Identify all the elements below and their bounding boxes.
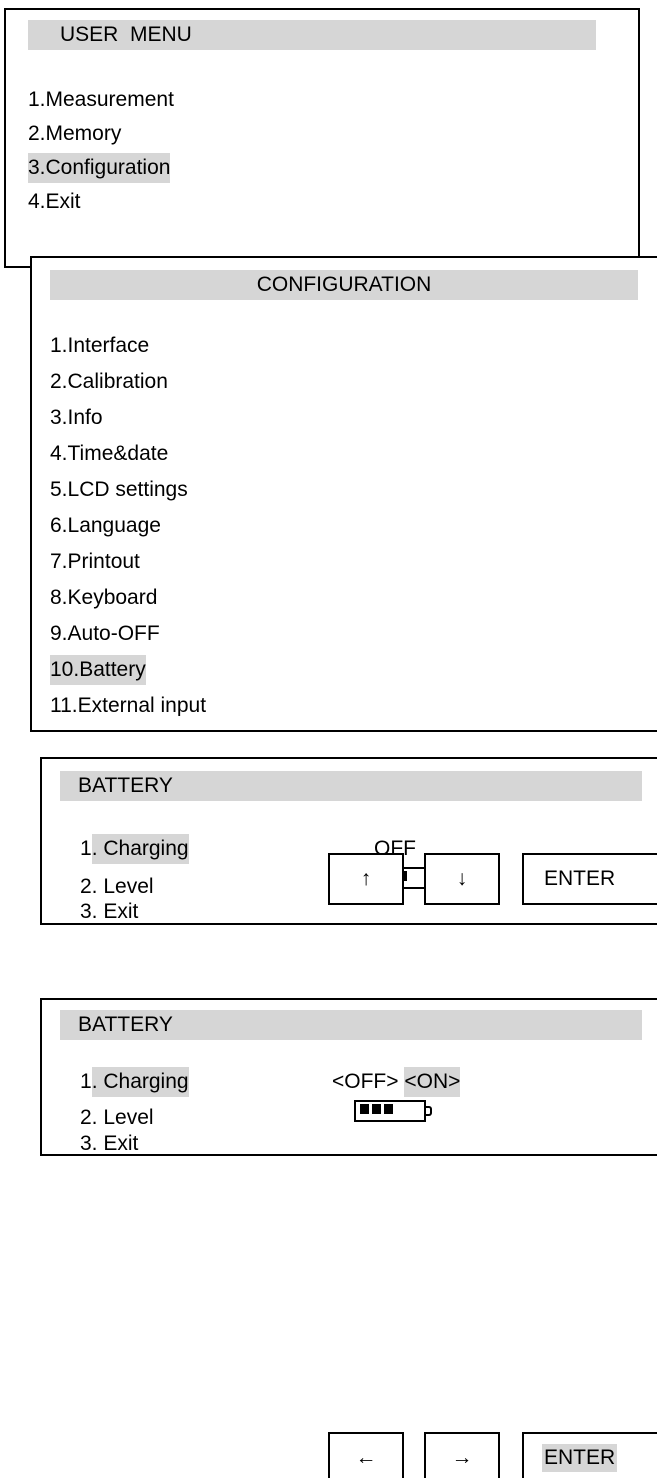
arrow-right-icon: → [451, 1446, 473, 1469]
config-item-lcd-settings[interactable]: 5.LCD settings [50, 474, 188, 506]
left-button[interactable]: ← [328, 1432, 404, 1478]
user-menu-title-bar: USER MENU [28, 20, 596, 50]
battery-panel-2: BATTERY 1. Charging 2. Level 3. Exit <OF… [40, 998, 657, 1156]
battery-title-1: BATTERY [78, 774, 173, 797]
battery-2-item-exit[interactable]: 3. Exit [80, 1132, 138, 1158]
config-item-language[interactable]: 6.Language [50, 510, 161, 542]
user-menu-item-memory[interactable]: 2.Memory [28, 118, 121, 150]
config-item-auto-off[interactable]: 9.Auto-OFF [50, 618, 160, 650]
battery-level-icon-2 [354, 1100, 434, 1124]
configuration-title: CONFIGURATION [256, 273, 432, 296]
right-button[interactable]: → [424, 1432, 500, 1478]
config-item-battery[interactable]: 10.Battery [50, 654, 146, 686]
user-menu-panel: USER MENU 1.Measurement 2.Memory 3.Confi… [4, 8, 640, 268]
option-off[interactable]: <OFF> [332, 1070, 399, 1093]
config-item-calibration[interactable]: 2.Calibration [50, 366, 168, 398]
battery-1-item-charging[interactable]: 1. Charging [80, 833, 189, 865]
arrow-down-icon: ↓ [456, 867, 468, 890]
battery-title-bar-2: BATTERY [60, 1010, 642, 1040]
config-item-info[interactable]: 3.Info [50, 402, 103, 434]
up-button[interactable]: ↑ [328, 853, 404, 905]
config-item-time-date[interactable]: 4.Time&date [50, 438, 168, 470]
battery-2-charging-options[interactable]: <OFF> <ON> [332, 1066, 461, 1098]
user-menu-item-exit[interactable]: 4.Exit [28, 186, 81, 218]
arrow-up-icon: ↑ [360, 867, 372, 890]
configuration-panel: CONFIGURATION 1.Interface 2.Calibration … [30, 256, 657, 732]
config-item-printout[interactable]: 7.Printout [50, 546, 140, 578]
config-item-interface[interactable]: 1.Interface [50, 330, 149, 362]
battery-1-item-exit[interactable]: 3. Exit [80, 899, 138, 927]
config-item-external-input[interactable]: 11.External input [50, 690, 206, 716]
configuration-title-bar: CONFIGURATION [50, 270, 638, 300]
enter-button-2[interactable]: ENTER [522, 1432, 657, 1478]
battery-title-2: BATTERY [78, 1013, 173, 1036]
option-on[interactable]: <ON> [404, 1067, 461, 1097]
battery-2-item-charging[interactable]: 1. Charging [80, 1066, 189, 1098]
battery-title-bar-1: BATTERY [60, 771, 642, 801]
arrow-left-icon: ← [355, 1446, 377, 1469]
config-item-keyboard[interactable]: 8.Keyboard [50, 582, 157, 614]
user-menu-item-measurement[interactable]: 1.Measurement [28, 84, 174, 116]
down-button[interactable]: ↓ [424, 853, 500, 905]
enter-button-1[interactable]: ENTER [522, 853, 657, 905]
user-menu-item-configuration[interactable]: 3.Configuration [28, 152, 171, 184]
user-menu-title: USER MENU [60, 23, 192, 46]
battery-2-item-level[interactable]: 2. Level [80, 1102, 154, 1134]
